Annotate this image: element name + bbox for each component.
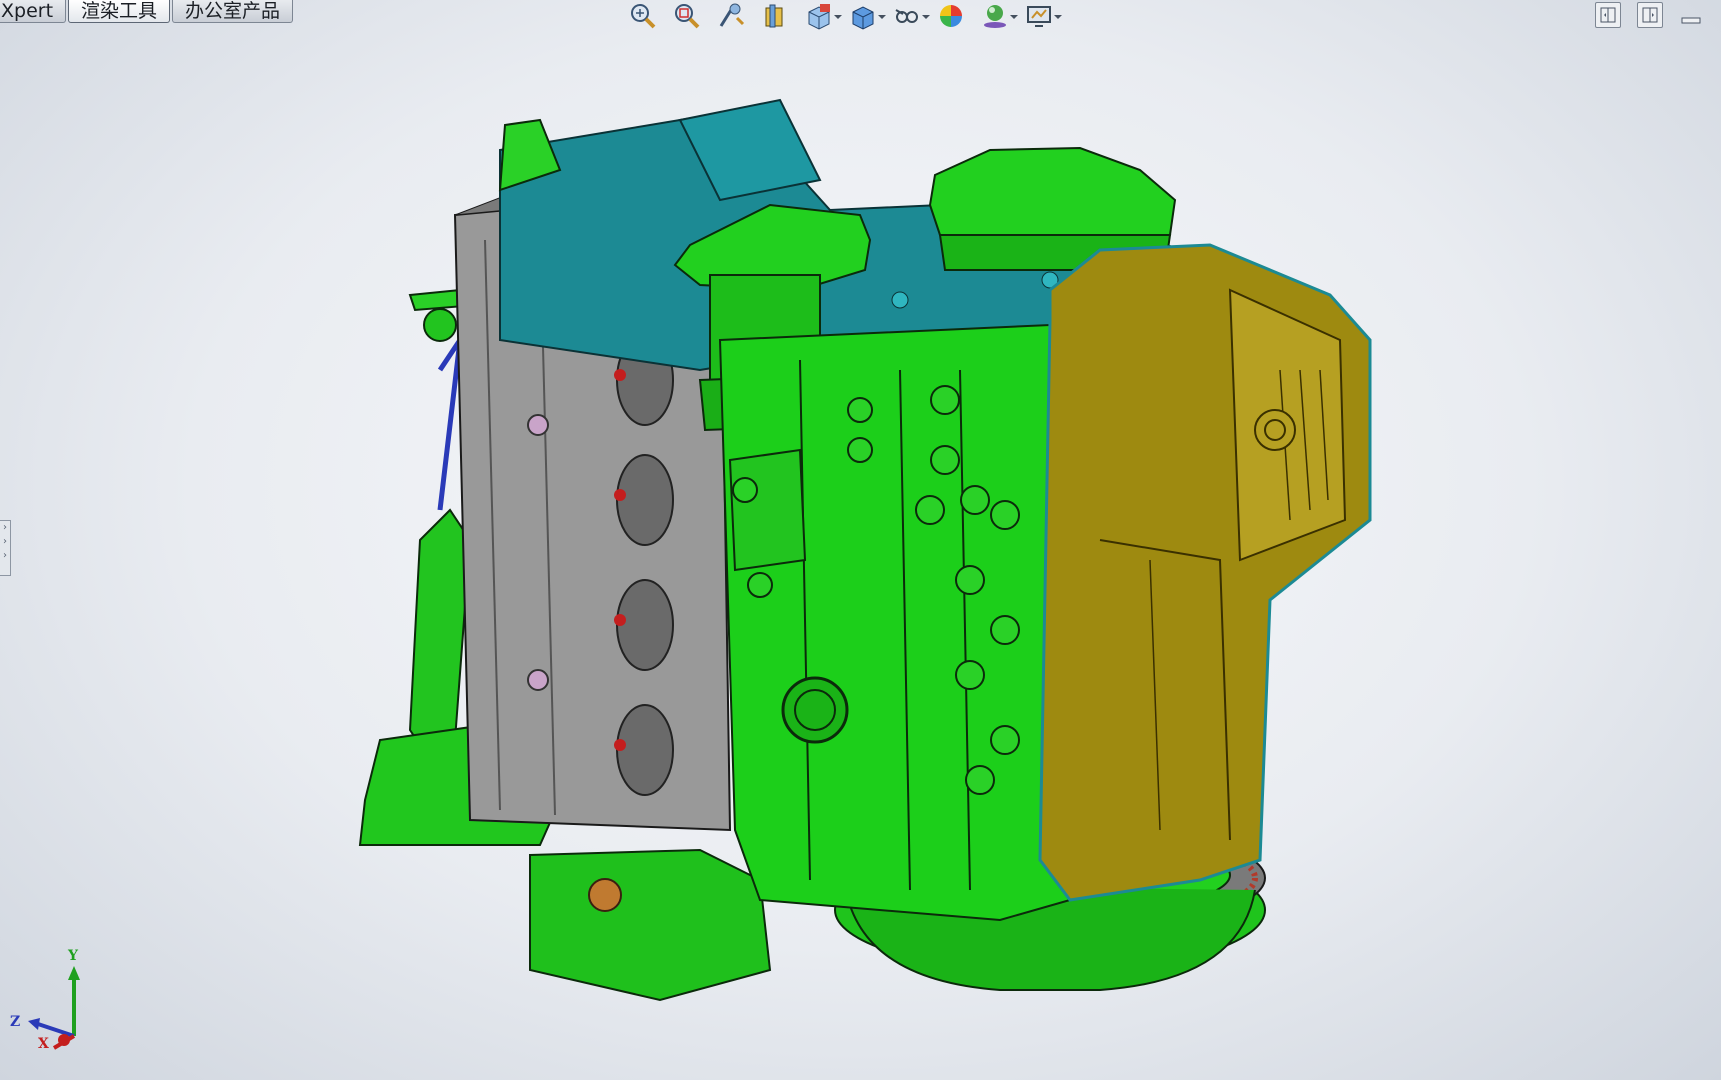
- window-controls: [1595, 2, 1703, 28]
- tab-office-products[interactable]: 办公室产品: [172, 0, 294, 23]
- heads-up-view-toolbar: [626, 0, 1066, 32]
- view-settings-icon[interactable]: [1022, 1, 1062, 31]
- section-view-icon[interactable]: [758, 1, 792, 31]
- z-axis-label: Z: [10, 1014, 21, 1030]
- x-axis-label: X: [38, 1036, 49, 1052]
- view-orientation-icon[interactable]: [802, 1, 842, 31]
- tab-render-tools[interactable]: 渲染工具: [68, 0, 171, 23]
- engine-block[interactable]: [718, 323, 1072, 922]
- previous-view-icon[interactable]: [714, 1, 748, 31]
- minimize-icon[interactable]: [1679, 2, 1703, 26]
- hide-show-items-icon[interactable]: [890, 1, 930, 31]
- engine-assembly-model[interactable]: [0, 40, 1721, 1080]
- tile-horizontal-icon[interactable]: [1595, 2, 1621, 28]
- graphics-area[interactable]: Y Z X: [0, 40, 1721, 1080]
- zoom-to-area-icon[interactable]: [670, 1, 704, 31]
- oil-pan[interactable]: [1038, 243, 1372, 902]
- tile-vertical-icon[interactable]: [1637, 2, 1663, 28]
- tab-xpert[interactable]: Xpert: [0, 0, 67, 23]
- edit-appearance-icon[interactable]: [934, 1, 968, 31]
- apply-scene-icon[interactable]: [978, 1, 1018, 31]
- reference-triad: Y Z X: [8, 948, 88, 1054]
- y-axis-label: Y: [68, 948, 78, 964]
- zoom-to-fit-icon[interactable]: [626, 1, 660, 31]
- command-manager-tabs: Xpert 渲染工具 办公室产品: [0, 0, 295, 26]
- display-style-icon[interactable]: [846, 1, 886, 31]
